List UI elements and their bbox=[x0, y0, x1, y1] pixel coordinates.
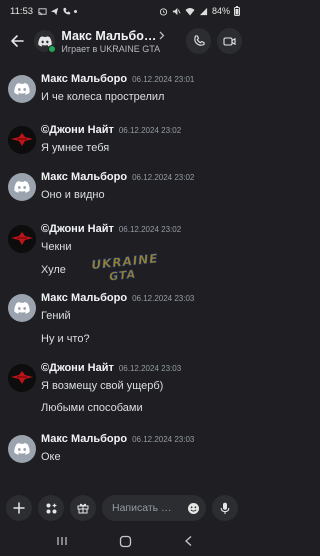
chevron-right-icon bbox=[159, 31, 165, 40]
discord-logo-icon[interactable] bbox=[8, 435, 36, 463]
system-navigation-bar bbox=[0, 526, 250, 556]
message-text: Любыми способами bbox=[41, 402, 143, 414]
channel-title: Макс Мальбо… bbox=[61, 28, 157, 43]
header-info[interactable]: Макс Мальбо… Играет в UKRAINE GTA bbox=[61, 29, 186, 54]
channel-header: Макс Мальбо… Играет в UKRAINE GTA bbox=[0, 22, 250, 60]
voice-message-button[interactable] bbox=[212, 495, 238, 521]
message-text: И че колеса прострелил bbox=[41, 91, 165, 103]
message-timestamp: 06.12.2024 23:02 bbox=[118, 225, 182, 234]
emoji-icon[interactable] bbox=[187, 502, 200, 515]
recent-apps-icon[interactable] bbox=[56, 535, 68, 547]
status-time: 11:53 bbox=[10, 5, 34, 17]
discord-logo-icon[interactable] bbox=[8, 173, 36, 201]
signal-icon bbox=[199, 7, 208, 15]
message-text: Оно и видно bbox=[41, 189, 105, 201]
red-emblem-icon[interactable] bbox=[8, 126, 36, 154]
message-text: Чекни bbox=[41, 241, 72, 253]
add-attachment-button[interactable] bbox=[6, 495, 32, 521]
message-timestamp: 06.12.2024 23:03 bbox=[118, 364, 182, 373]
voice-call-button[interactable] bbox=[186, 28, 212, 54]
video-camera-icon bbox=[223, 36, 236, 46]
red-emblem-icon[interactable] bbox=[8, 225, 36, 253]
message-author[interactable]: ©Джони Найт bbox=[41, 124, 114, 136]
wifi-icon bbox=[185, 7, 195, 15]
phone-call-icon bbox=[193, 35, 205, 46]
message-timestamp: 06.12.2024 23:01 bbox=[132, 75, 195, 84]
telegram-icon bbox=[50, 7, 59, 15]
home-icon[interactable] bbox=[119, 535, 132, 548]
mute-icon bbox=[172, 7, 181, 15]
message-author[interactable]: Макс Мальборо bbox=[41, 171, 127, 183]
status-notification-icons bbox=[38, 7, 78, 16]
message-author[interactable]: Макс Мальборо bbox=[41, 292, 127, 304]
discord-logo-icon[interactable] bbox=[8, 75, 36, 103]
header-avatar[interactable] bbox=[34, 30, 57, 53]
message-text: Хуле bbox=[41, 264, 66, 276]
message-text: Я возмещу свой ущерб) bbox=[41, 380, 164, 392]
message-timestamp: 06.12.2024 23:03 bbox=[132, 294, 195, 303]
battery-icon bbox=[234, 6, 240, 16]
message-timestamp: 06.12.2024 23:02 bbox=[118, 126, 182, 135]
message-text: Оке bbox=[41, 451, 61, 463]
apps-icon bbox=[46, 502, 57, 513]
gift-icon bbox=[77, 503, 89, 514]
message-text: Ну и что? bbox=[41, 333, 90, 345]
message-author[interactable]: Макс Мальборо bbox=[41, 433, 127, 445]
message-timestamp: 06.12.2024 23:02 bbox=[132, 173, 195, 182]
more-dot-icon bbox=[74, 9, 78, 13]
message-author[interactable]: ©Джони Найт bbox=[41, 362, 114, 374]
back-arrow-icon[interactable] bbox=[8, 32, 25, 50]
gift-button[interactable] bbox=[70, 495, 96, 521]
battery-percent: 84% bbox=[211, 6, 230, 16]
message-author[interactable]: ©Джони Найт bbox=[41, 223, 114, 235]
apps-button[interactable] bbox=[38, 495, 64, 521]
microphone-icon bbox=[220, 502, 230, 514]
video-call-button[interactable] bbox=[217, 28, 243, 54]
message-timestamp: 06.12.2024 23:03 bbox=[132, 435, 195, 444]
online-status-dot bbox=[48, 45, 57, 53]
phone-icon bbox=[63, 7, 71, 14]
cast-icon bbox=[38, 7, 47, 15]
back-nav-icon[interactable] bbox=[183, 535, 195, 547]
message-text: Гений bbox=[41, 310, 71, 322]
activity-status: Играет в UKRAINE GTA bbox=[61, 43, 161, 54]
message-input-placeholder: Написать … bbox=[112, 502, 172, 514]
message-author[interactable]: Макс Мальборо bbox=[41, 73, 127, 85]
message-text: Я умнее тебя bbox=[41, 142, 110, 154]
plus-icon bbox=[13, 502, 25, 514]
message-composer: Написать … bbox=[0, 493, 250, 523]
discord-logo-icon[interactable] bbox=[8, 294, 36, 322]
status-bar: 11:53 84% bbox=[0, 0, 250, 22]
red-emblem-icon[interactable] bbox=[8, 364, 36, 392]
alarm-icon bbox=[159, 7, 168, 16]
message-input[interactable]: Написать … bbox=[102, 495, 206, 521]
